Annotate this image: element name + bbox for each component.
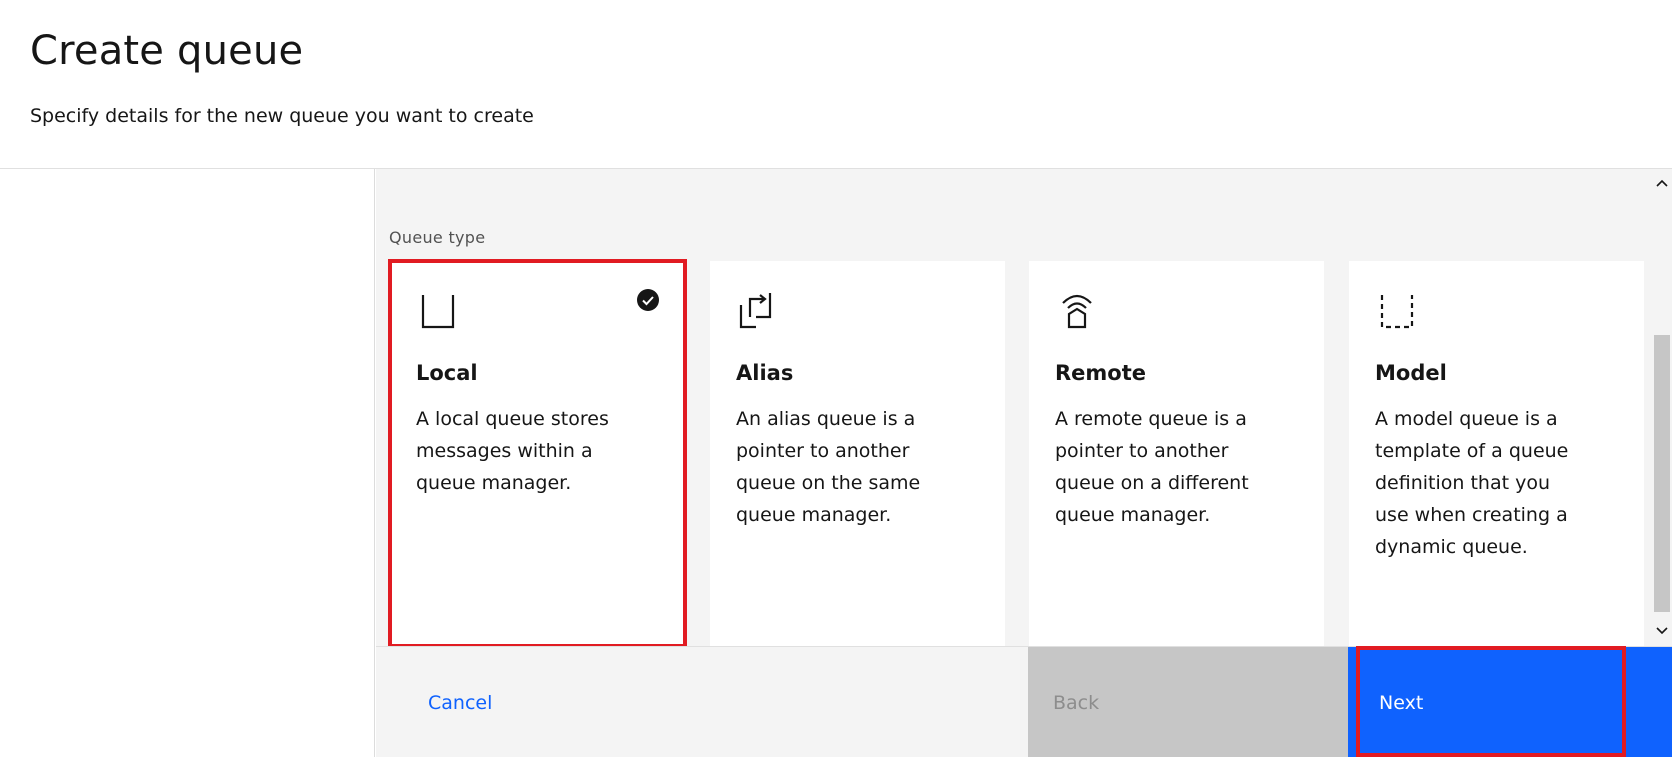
scroll-up-icon[interactable]: [1652, 173, 1672, 193]
model-queue-icon: [1373, 287, 1421, 335]
tile-alias-title: Alias: [736, 361, 794, 385]
page-title: Create queue: [30, 28, 304, 74]
tile-local[interactable]: Local A local queue stores messages with…: [388, 259, 687, 646]
page-header: Create queue Specify details for the new…: [0, 0, 1672, 168]
page-subtitle: Specify details for the new queue you wa…: [30, 105, 534, 127]
tile-alias[interactable]: Alias An alias queue is a pointer to ano…: [710, 261, 1005, 646]
tile-model-title: Model: [1375, 361, 1447, 385]
remote-queue-icon: [1053, 287, 1101, 335]
tile-remote-description: A remote queue is a pointer to another q…: [1055, 408, 1249, 526]
alias-queue-icon: [734, 287, 782, 335]
next-button[interactable]: Next: [1348, 647, 1672, 757]
queue-type-label: Queue type: [389, 228, 486, 247]
content-scrollbar[interactable]: [1652, 169, 1672, 646]
scroll-down-icon[interactable]: [1652, 621, 1672, 641]
tile-local-description: A local queue stores messages within a q…: [416, 408, 609, 494]
tile-model[interactable]: Model A model queue is a template of a q…: [1349, 261, 1644, 646]
checkmark-icon: [637, 289, 659, 311]
tile-remote[interactable]: Remote A remote queue is a pointer to an…: [1029, 261, 1324, 646]
scroll-thumb[interactable]: [1654, 335, 1670, 612]
local-queue-icon: [414, 287, 462, 335]
wizard-footer: Cancel Back Next: [376, 646, 1672, 757]
tile-alias-description: An alias queue is a pointer to another q…: [736, 408, 921, 526]
create-queue-page: Create queue Specify details for the new…: [0, 0, 1672, 757]
tile-remote-title: Remote: [1055, 361, 1147, 385]
back-button[interactable]: Back: [1028, 647, 1348, 757]
cancel-button[interactable]: Cancel: [376, 647, 1028, 757]
left-pane: [0, 169, 375, 757]
tile-local-title: Local: [416, 361, 478, 385]
queue-type-section: Queue type Local A local queue stores me…: [376, 169, 1652, 646]
tile-model-description: A model queue is a template of a queue d…: [1375, 408, 1569, 558]
